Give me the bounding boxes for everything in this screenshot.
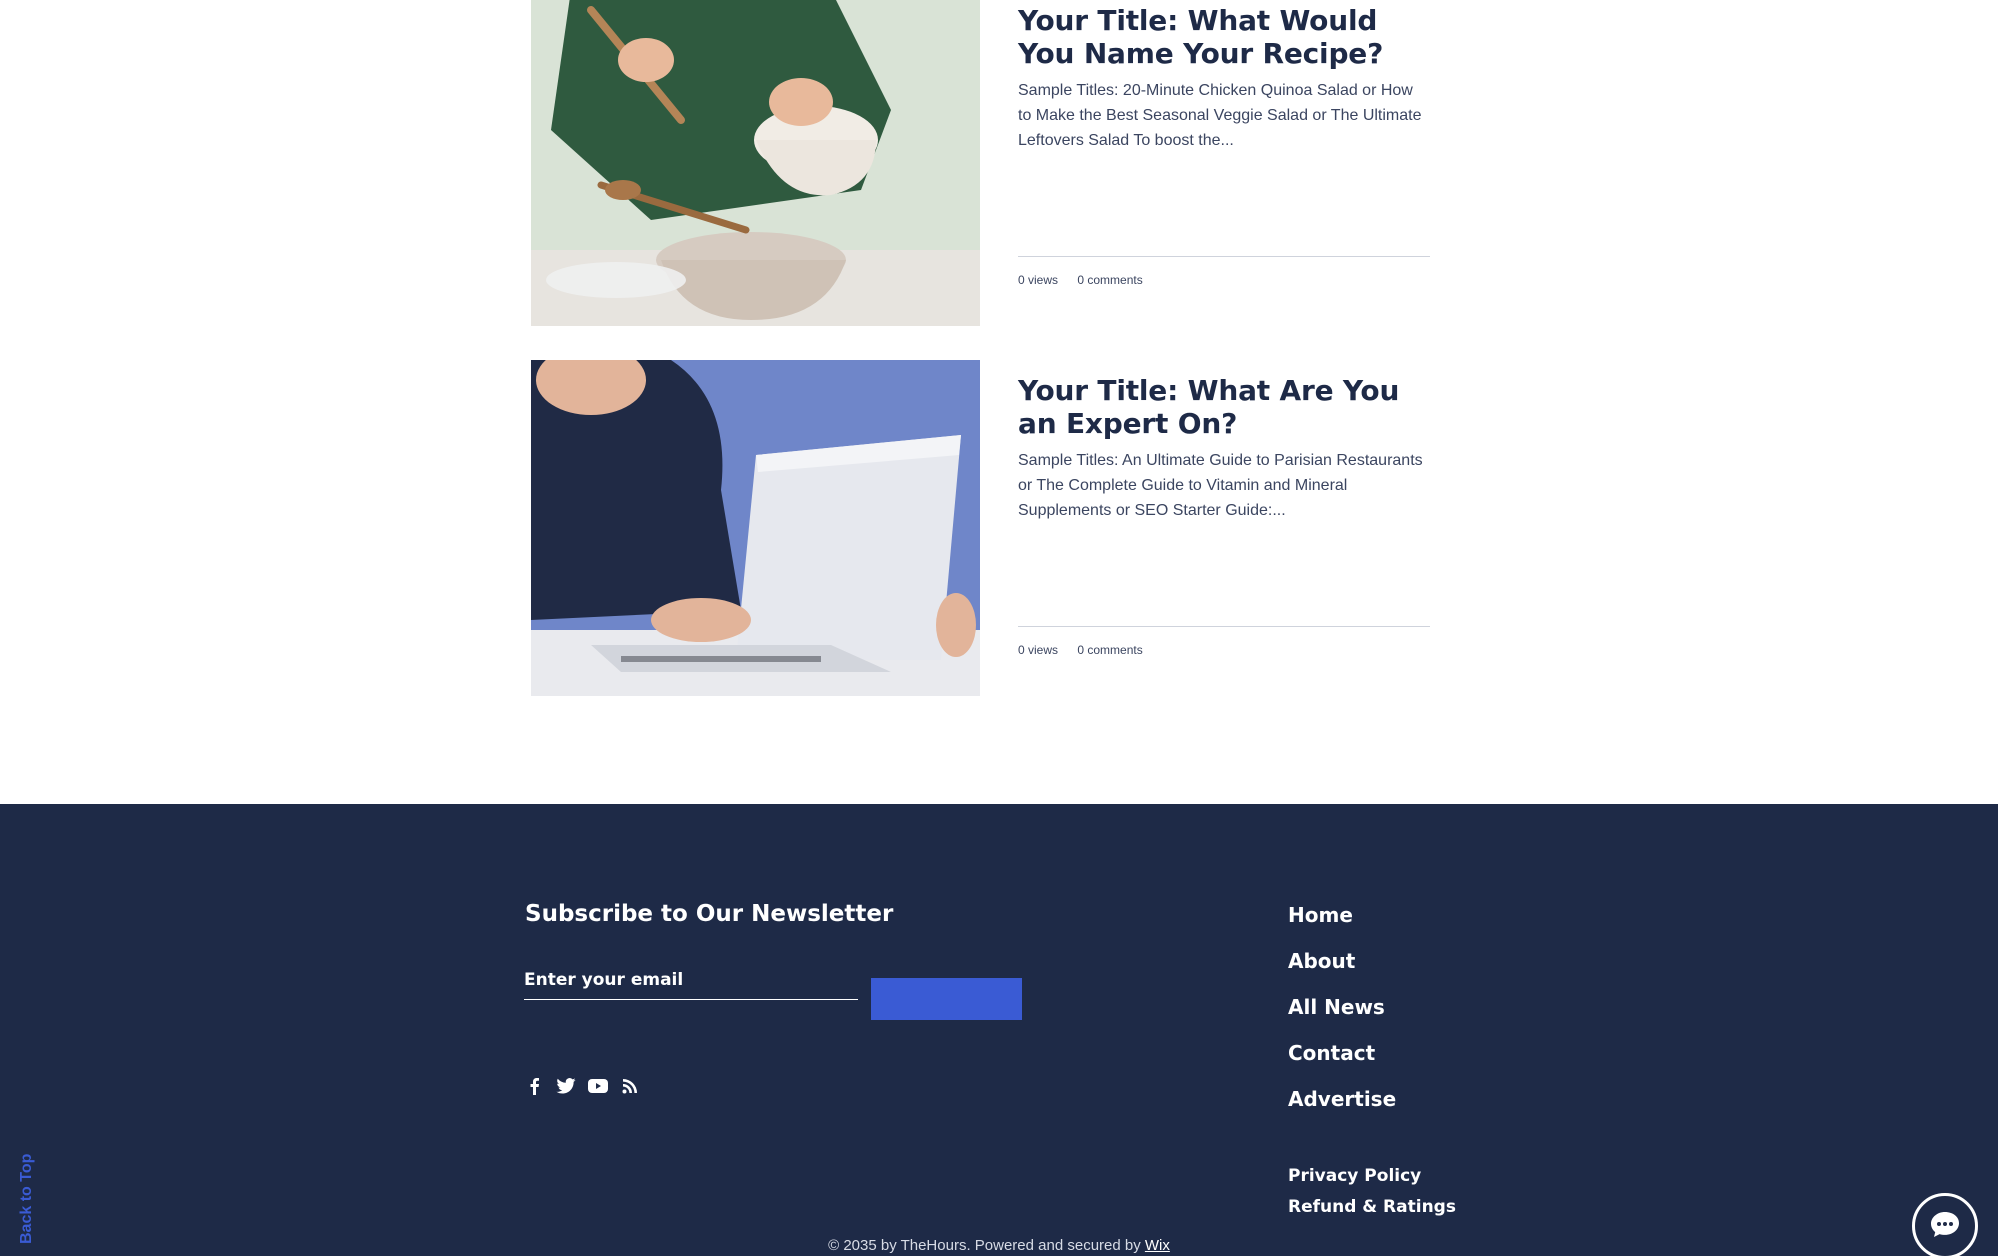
footer-legal-links: Privacy Policy Refund & Ratings [1288, 1161, 1456, 1223]
twitter-icon[interactable] [556, 1076, 576, 1096]
laptop-photo [531, 360, 980, 696]
copyright-text: © 2035 by TheHours. Powered and secured … [828, 1237, 1145, 1254]
youtube-icon[interactable] [588, 1076, 608, 1096]
post-image-laptop[interactable] [531, 360, 980, 696]
chat-icon [1929, 1210, 1961, 1243]
refund-ratings-link[interactable]: Refund & Ratings [1288, 1192, 1456, 1223]
footer-nav: Home About All News Contact Advertise [1288, 892, 1396, 1122]
post-views: 0 views [1018, 273, 1059, 287]
rss-icon[interactable] [620, 1076, 640, 1096]
post-body: Your Title: What Would You Name Your Rec… [1018, 0, 1430, 326]
post-stats: 0 views 0 comments [1018, 643, 1159, 657]
privacy-policy-link[interactable]: Privacy Policy [1288, 1161, 1456, 1192]
site-footer: Subscribe to Our Newsletter Home About A… [0, 804, 1998, 1256]
newsletter-title: Subscribe to Our Newsletter [525, 901, 894, 927]
footer-nav-home[interactable]: Home [1288, 892, 1396, 938]
post-divider [1018, 256, 1430, 257]
post-title[interactable]: Your Title: What Would You Name Your Rec… [1018, 4, 1430, 70]
footer-nav-contact[interactable]: Contact [1288, 1030, 1396, 1076]
copyright: © 2035 by TheHours. Powered and secured … [0, 1237, 1998, 1254]
chat-button[interactable] [1912, 1193, 1978, 1259]
baking-photo [531, 0, 980, 326]
post-image-baking[interactable] [531, 0, 980, 326]
post-body: Your Title: What Are You an Expert On? S… [1018, 360, 1430, 696]
post-excerpt: Sample Titles: 20-Minute Chicken Quinoa … [1018, 82, 1422, 149]
newsletter-email-input[interactable] [524, 961, 858, 1000]
newsletter-subscribe-button[interactable] [871, 978, 1022, 1020]
post-excerpt: Sample Titles: An Ultimate Guide to Pari… [1018, 452, 1423, 519]
wix-link[interactable]: Wix [1145, 1237, 1170, 1254]
facebook-icon[interactable] [524, 1076, 544, 1096]
blog-post-card[interactable]: Your Title: What Are You an Expert On? S… [531, 360, 1430, 696]
back-to-top-link[interactable]: Back to Top [18, 1154, 36, 1244]
post-stats: 0 views 0 comments [1018, 273, 1159, 287]
post-comments[interactable]: 0 comments [1077, 643, 1142, 657]
post-comments[interactable]: 0 comments [1077, 273, 1142, 287]
post-title[interactable]: Your Title: What Are You an Expert On? [1018, 374, 1430, 440]
post-views: 0 views [1018, 643, 1059, 657]
blog-post-card[interactable]: Your Title: What Would You Name Your Rec… [531, 0, 1430, 326]
footer-nav-all-news[interactable]: All News [1288, 984, 1396, 1030]
social-bar [524, 1076, 640, 1096]
footer-nav-advertise[interactable]: Advertise [1288, 1076, 1396, 1122]
footer-nav-about[interactable]: About [1288, 938, 1396, 984]
post-divider [1018, 626, 1430, 627]
